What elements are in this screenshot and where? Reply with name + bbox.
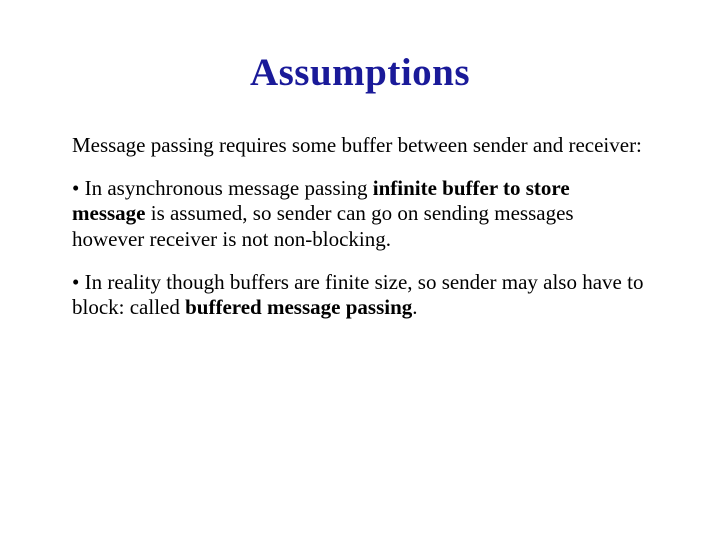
intro-paragraph: Message passing requires some buffer bet… xyxy=(72,133,648,158)
bullet-bold: buffered message passing xyxy=(185,295,412,319)
bullet-text: In asynchronous message passing xyxy=(85,176,373,200)
bullet-text: is assumed, so sender can go on sending … xyxy=(72,201,574,250)
bullet-item: • In asynchronous message passing infini… xyxy=(72,176,648,252)
bullet-text: . xyxy=(412,295,417,319)
bullet-glyph: • xyxy=(72,270,85,294)
slide: Assumptions Message passing requires som… xyxy=(0,0,720,540)
slide-title: Assumptions xyxy=(72,50,648,95)
bullet-item: • In reality though buffers are finite s… xyxy=(72,270,648,320)
bullet-glyph: • xyxy=(72,176,85,200)
